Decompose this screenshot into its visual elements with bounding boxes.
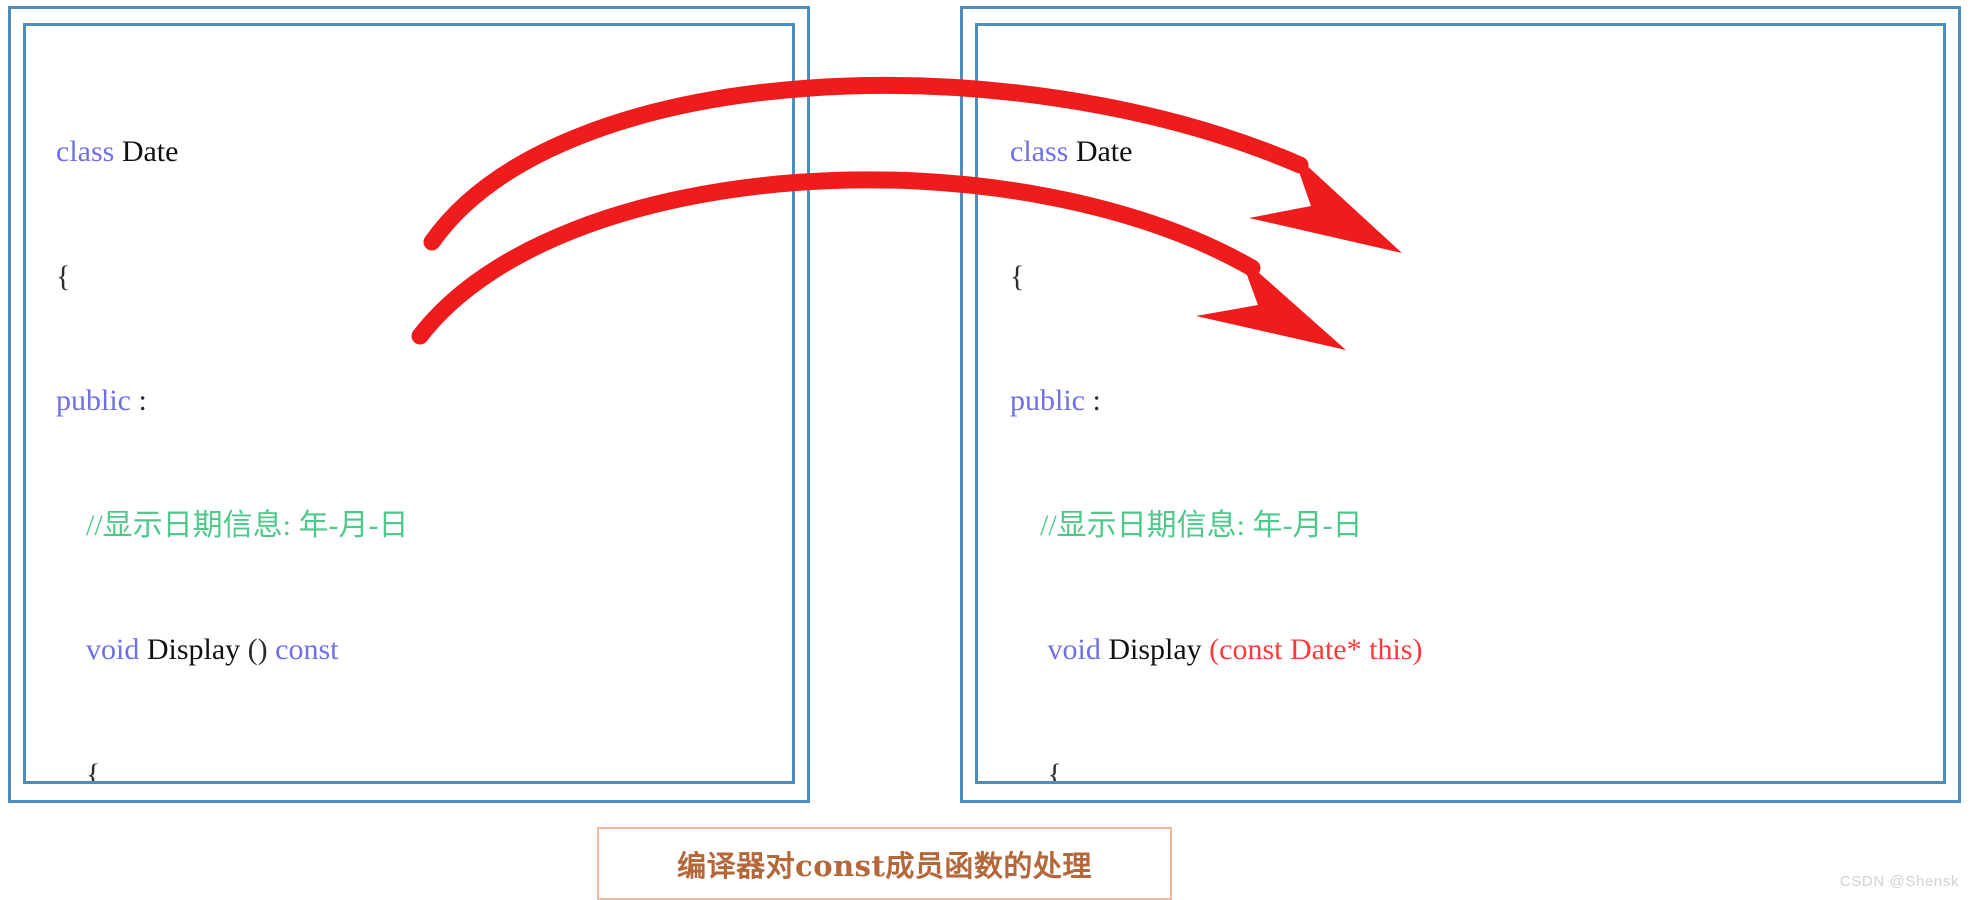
keyword-class: class <box>56 135 115 168</box>
keyword-public: public <box>1010 384 1085 417</box>
code-line: { <box>1010 256 1573 298</box>
caption-text: 编译器对const成员函数的处理 <box>677 848 1092 883</box>
type-name-date: Date <box>114 135 179 168</box>
brace-open: { <box>1010 259 1025 293</box>
left-code-panel-inner: class Date { public : //显示日期信息: 年-月-日 vo… <box>23 23 795 784</box>
function-name-display: Display <box>139 633 248 666</box>
keyword-void: void <box>1010 633 1101 666</box>
comment-display-info: //显示日期信息: 年-月-日 <box>1010 508 1363 542</box>
code-line: { <box>1010 754 1573 784</box>
comment-display-info: //显示日期信息: 年-月-日 <box>56 508 409 542</box>
brace-open: { <box>56 259 71 293</box>
right-code-block: class Date { public : //显示日期信息: 年-月-日 vo… <box>978 26 1573 784</box>
code-line: public : <box>1010 380 1573 422</box>
keyword-public: public <box>56 384 131 417</box>
code-line: //显示日期信息: 年-月-日 <box>56 505 493 547</box>
right-code-panel: class Date { public : //显示日期信息: 年-月-日 vo… <box>960 6 1961 803</box>
keyword-class: class <box>1010 135 1069 168</box>
colon: : <box>131 384 147 417</box>
brace-open-body: { <box>1010 757 1062 784</box>
caption-box: 编译器对const成员函数的处理 <box>597 827 1172 900</box>
type-name-date: Date <box>1068 135 1133 168</box>
keyword-const: const <box>275 633 339 666</box>
empty-parens: () <box>247 633 276 666</box>
code-line: void Display (const Date* this) <box>1010 629 1573 671</box>
code-line: { <box>56 256 493 298</box>
keyword-void: void <box>56 633 140 666</box>
code-line: { <box>56 754 493 784</box>
code-line: //显示日期信息: 年-月-日 <box>1010 505 1573 547</box>
code-line: class Date <box>1010 131 1573 173</box>
this-parameter: (const Date* this) <box>1209 633 1423 666</box>
right-code-panel-inner: class Date { public : //显示日期信息: 年-月-日 vo… <box>975 23 1946 784</box>
code-line: class Date <box>56 131 493 173</box>
colon: : <box>1085 384 1101 417</box>
watermark: CSDN @Shensk <box>1839 873 1959 890</box>
brace-open-body: { <box>56 757 101 784</box>
left-code-block: class Date { public : //显示日期信息: 年-月-日 vo… <box>26 26 493 784</box>
function-name-display: Display <box>1100 633 1210 666</box>
code-line: public : <box>56 380 493 422</box>
left-code-panel: class Date { public : //显示日期信息: 年-月-日 vo… <box>8 6 810 803</box>
code-line: void Display () const <box>56 629 493 671</box>
